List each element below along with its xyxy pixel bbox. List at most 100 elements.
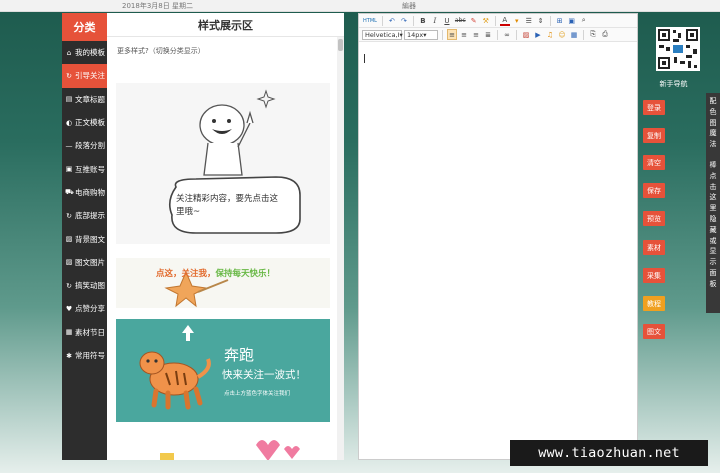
panel-toggle-text: 配色图魔法棒点击这里隐藏或显示面板 xyxy=(709,97,717,288)
category-sidebar: 分类 ⌂ 我的模板 ↻ 引导关注 ▤ 文章标题 ◐ 正文模板 — 段落分割 ▣ 互推账号 ⛟ 电商购物 ↻ 底… xyxy=(62,13,107,460)
align-justify-icon[interactable]: ≣ xyxy=(483,29,493,40)
insert-image-icon[interactable]: ▨ xyxy=(521,29,531,40)
editor-toolbar-row-1: HTML ↶ ↷ B I U abc ✎ ⚒ A ▾ ☰ ⇕ ⊞ ▣ ⌕ xyxy=(359,14,637,28)
toolbar-separator xyxy=(381,15,383,26)
sidebar-item[interactable]: ▤ 文章标题 xyxy=(62,88,107,111)
font-color-button[interactable]: A xyxy=(499,15,510,26)
action-button[interactable]: 清空 xyxy=(643,155,665,170)
cartoon-figure-illustration xyxy=(168,89,301,234)
banner-text-a: 点这， xyxy=(156,269,182,279)
refresh-icon: ↻ xyxy=(66,281,72,290)
clear-format-icon[interactable]: ⚒ xyxy=(481,15,491,26)
newbie-guide-link[interactable]: 新手导航 xyxy=(640,79,707,89)
picture-icon: ▨ xyxy=(65,235,73,244)
styles-title: 样式展示区 xyxy=(107,13,344,37)
highlight-color-icon[interactable]: ▾ xyxy=(512,15,522,26)
align-center-icon[interactable]: ≡ xyxy=(459,29,469,40)
sidebar-item[interactable]: ◐ 正文模板 xyxy=(62,111,107,134)
sidebar-item-label: 我的模板 xyxy=(75,48,105,58)
sidebar-item-label: 常用符号 xyxy=(75,351,105,360)
sidebar-item-label: 文章标题 xyxy=(75,94,105,104)
sidebar-item[interactable]: ⛟ 电商购物 xyxy=(62,181,107,204)
sidebar-item[interactable]: ♥ 点赞分享 xyxy=(62,297,107,320)
sidebar-item-label: 素材节日 xyxy=(75,327,105,337)
bold-button[interactable]: B xyxy=(418,15,428,26)
minus-icon: — xyxy=(65,141,73,150)
line-height-icon[interactable]: ⇕ xyxy=(536,15,546,26)
sidebar-item[interactable]: ↻ 引导关注 xyxy=(62,64,107,88)
circle-half-icon: ◐ xyxy=(65,118,73,127)
toolbar-separator xyxy=(549,15,551,26)
sidebar-item-label: 引导关注 xyxy=(75,71,105,81)
music-icon[interactable]: ♫ xyxy=(545,29,555,40)
refresh-icon: ↻ xyxy=(66,211,72,220)
sidebar-item-label: 图文图片 xyxy=(75,257,105,267)
qr-code-icon[interactable] xyxy=(656,27,700,71)
banner-text-c: 保持每天快乐！ xyxy=(215,269,276,279)
action-button[interactable]: 保存 xyxy=(643,183,665,198)
category-list: ⌂ 我的模板 ↻ 引导关注 ▤ 文章标题 ◐ 正文模板 — 段落分割 ▣ 互推账号 ⛟ 电商购物 ↻ 底部提示… xyxy=(62,41,107,367)
sidebar-item-label: 正文模板 xyxy=(75,118,105,128)
underline-button[interactable]: U xyxy=(442,15,452,26)
action-button[interactable]: 预览 xyxy=(643,211,665,226)
text-caret xyxy=(364,54,365,63)
sidebar-item[interactable]: ▨ 图文图片 xyxy=(62,251,107,274)
action-button[interactable]: 教程 xyxy=(643,296,665,311)
align-right-icon[interactable]: ≡ xyxy=(471,29,481,40)
align-left-icon[interactable]: ≡ xyxy=(447,29,457,40)
style-card-run-tiger[interactable]: 奔跑 快来关注一波式！ 点击上方蓝色字体关注我们 xyxy=(116,319,330,422)
editor-label: 編器 xyxy=(402,2,416,10)
panel-toggle-strip[interactable]: 配色图魔法棒点击这里隐藏或显示面板 xyxy=(706,93,720,313)
partial-illustration xyxy=(160,440,300,460)
format-brush-icon[interactable]: ✎ xyxy=(469,15,479,26)
style-card-banner[interactable]: 点这，关注我，保持每天快乐！ xyxy=(116,258,330,308)
scroll-thumb[interactable] xyxy=(338,39,343,51)
sidebar-item[interactable]: ▦ 素材节日 xyxy=(62,321,107,344)
styles-scrollbar[interactable] xyxy=(337,37,344,460)
table-icon[interactable]: ⊞ xyxy=(555,15,565,26)
print-icon[interactable]: ⎙ xyxy=(600,29,610,40)
video-icon[interactable]: ▶ xyxy=(533,29,543,40)
sidebar-item[interactable]: ▨ 背景图文 xyxy=(62,227,107,250)
styles-panel: 样式展示区 更多样式?（切换分类显示） 关注精彩内容，要先点击这里哦~ 点这，关… xyxy=(107,13,344,460)
action-button[interactable]: 采集 xyxy=(643,268,665,283)
action-button[interactable]: 登录 xyxy=(643,100,665,115)
undo-icon[interactable]: ↶ xyxy=(387,15,397,26)
font-family-value: Helvetica,I xyxy=(365,30,400,39)
action-button[interactable]: 素材 xyxy=(643,240,665,255)
date-label: 2018年3月8日 星期二 xyxy=(122,2,193,10)
style-card-partial[interactable] xyxy=(116,431,330,460)
redo-icon[interactable]: ↷ xyxy=(399,15,409,26)
emoticon-icon[interactable]: ☺ xyxy=(557,29,567,40)
bulleted-list-icon[interactable]: ☰ xyxy=(524,15,534,26)
rich-text-editor: HTML ↶ ↷ B I U abc ✎ ⚒ A ▾ ☰ ⇕ ⊞ ▣ ⌕ Hel… xyxy=(358,13,638,460)
link-icon[interactable]: ∞ xyxy=(502,29,512,40)
run-title: 奔跑 xyxy=(224,346,255,364)
find-icon[interactable]: ⌕ xyxy=(579,15,589,26)
copy-format-icon[interactable]: ⎘ xyxy=(588,29,598,40)
image-icon[interactable]: ▣ xyxy=(567,15,577,26)
sidebar-item[interactable]: ✱ 常用符号 xyxy=(62,344,107,367)
sidebar-item[interactable]: ⌂ 我的模板 xyxy=(62,41,107,64)
html-source-button[interactable]: HTML xyxy=(362,15,378,26)
sidebar-item-label: 互推账号 xyxy=(75,164,105,174)
toolbar-separator xyxy=(497,29,498,40)
sidebar-item[interactable]: ↻ 底部提示 xyxy=(62,204,107,227)
sidebar-item-label: 底部提示 xyxy=(75,211,105,221)
style-card-follow-balloon[interactable]: 关注精彩内容，要先点击这里哦~ xyxy=(116,83,330,244)
font-size-select[interactable]: 14px ▾ xyxy=(404,29,438,40)
banner-text-b: 关注我， xyxy=(181,269,216,279)
font-family-select[interactable]: Helvetica,I ▾ xyxy=(362,29,403,40)
italic-button[interactable]: I xyxy=(430,15,440,26)
sidebar-item[interactable]: — 段落分割 xyxy=(62,134,107,157)
picture-icon: ▨ xyxy=(65,258,73,267)
action-button[interactable]: 图文 xyxy=(643,324,665,339)
sidebar-item[interactable]: ▣ 互推账号 xyxy=(62,157,107,180)
sidebar-item-label: 段落分割 xyxy=(75,141,105,151)
banner-text: 点这，关注我，保持每天快乐！ xyxy=(156,267,275,279)
styles-hint-link[interactable]: 更多样式?（切换分类显示） xyxy=(117,46,205,56)
map-icon[interactable]: ▦ xyxy=(569,29,579,40)
sidebar-item[interactable]: ↻ 搞笑动图 xyxy=(62,274,107,297)
action-button[interactable]: 复制 xyxy=(643,128,665,143)
strikethrough-button[interactable]: abc xyxy=(454,15,467,26)
